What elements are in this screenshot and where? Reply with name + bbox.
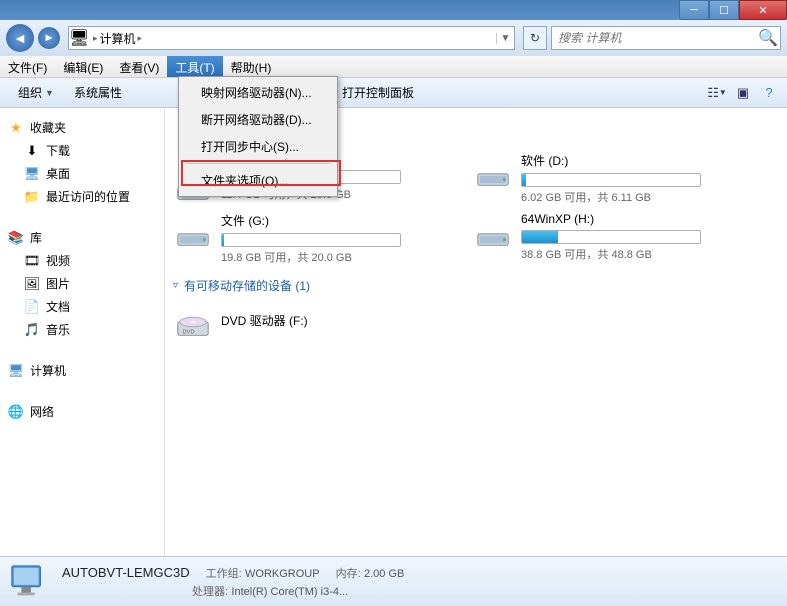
command-bar: 组织▼ 系统属性 打开控制面板 ☷▼ ▣ ?: [0, 78, 787, 108]
navigation-pane: ★收藏夹 ⬇下载 🖥桌面 📁最近访问的位置 📚库 🎞视频 🖼图片 📄文档 🎵音乐…: [0, 108, 165, 556]
drive-usage-bar: [521, 230, 701, 244]
tree-documents[interactable]: 📄文档: [0, 295, 164, 318]
network-icon: 🌐: [8, 404, 24, 420]
details-pane: AUTOBVT-LEMGC3D 工作组: WORKGROUP 内存: 2.00 …: [0, 556, 787, 606]
drive-item-dvd[interactable]: DVD DVD 驱动器 (F:): [173, 302, 453, 342]
tree-libraries[interactable]: 📚库: [0, 226, 164, 249]
drive-usage-bar: [221, 233, 401, 247]
computer-large-icon: [8, 562, 50, 602]
tree-downloads[interactable]: ⬇下载: [0, 139, 164, 162]
search-icon: 🔍: [756, 28, 780, 48]
menu-view[interactable]: 查看(V): [111, 56, 167, 77]
computer-icon: 🖥: [8, 363, 24, 379]
refresh-button[interactable]: ↻: [523, 26, 547, 50]
tree-videos[interactable]: 🎞视频: [0, 249, 164, 272]
preview-pane-button[interactable]: ▣: [733, 83, 753, 103]
tree-pictures[interactable]: 🖼图片: [0, 272, 164, 295]
system-properties-button[interactable]: 系统属性: [64, 84, 132, 101]
star-icon: ★: [8, 120, 24, 136]
computer-name: AUTOBVT-LEMGC3D: [62, 565, 190, 581]
menu-item-disconnect-drive[interactable]: 断开网络驱动器(D)...: [181, 106, 335, 133]
maximize-button[interactable]: ☐: [709, 0, 739, 20]
address-dropdown-button[interactable]: ▼: [496, 33, 514, 44]
control-panel-button[interactable]: 打开控制面板: [332, 84, 424, 101]
menu-item-folder-options[interactable]: 文件夹选项(O)...: [181, 167, 335, 194]
breadcrumb-text: 计算机: [100, 30, 136, 47]
menu-bar: 文件(F) 编辑(E) 查看(V) 工具(T) 帮助(H): [0, 56, 787, 78]
window-titlebar: ─ ☐ ✕: [0, 0, 787, 20]
computer-icon: 🖥: [69, 28, 89, 48]
menu-tools[interactable]: 工具(T): [167, 56, 222, 77]
tree-computer[interactable]: 🖥计算机: [0, 359, 164, 382]
menu-edit[interactable]: 编辑(E): [55, 56, 111, 77]
picture-icon: 🖼: [24, 276, 40, 292]
download-icon: ⬇: [24, 143, 40, 159]
drive-item-h[interactable]: 64WinXP (H:) 38.8 GB 可用，共 48.8 GB: [473, 212, 753, 265]
section-removable-devices[interactable]: ▿ 有可移动存储的设备 (1): [173, 271, 779, 302]
desktop-icon: 🖥: [24, 166, 40, 182]
tools-dropdown-menu: 映射网络驱动器(N)... 断开网络驱动器(D)... 打开同步中心(S)...…: [178, 76, 338, 197]
tree-recent[interactable]: 📁最近访问的位置: [0, 185, 164, 208]
tree-desktop[interactable]: 🖥桌面: [0, 162, 164, 185]
dvd-drive-icon: DVD: [173, 302, 213, 342]
address-bar[interactable]: 🖥 ▸ 计算机 ▸ ▼: [68, 26, 515, 50]
drive-usage-bar: [521, 173, 701, 187]
drive-item-g[interactable]: 文件 (G:) 19.8 GB 可用，共 20.0 GB: [173, 212, 453, 265]
help-button[interactable]: ?: [759, 83, 779, 103]
video-icon: 🎞: [24, 253, 40, 269]
menu-help[interactable]: 帮助(H): [223, 56, 280, 77]
menu-separator: [185, 163, 331, 164]
document-icon: 📄: [24, 299, 40, 315]
tree-favorites[interactable]: ★收藏夹: [0, 116, 164, 139]
breadcrumb-segment[interactable]: ▸ 计算机 ▸: [89, 30, 146, 47]
recent-icon: 📁: [24, 189, 40, 205]
search-input[interactable]: [552, 31, 756, 45]
music-icon: 🎵: [24, 322, 40, 338]
forward-button[interactable]: ►: [38, 27, 60, 49]
hard-drive-icon: [473, 152, 513, 192]
window-controls: ─ ☐ ✕: [679, 0, 787, 20]
collapse-icon: ▿: [173, 280, 178, 291]
menu-item-map-drive[interactable]: 映射网络驱动器(N)...: [181, 79, 335, 106]
tree-music[interactable]: 🎵音乐: [0, 318, 164, 341]
explorer-body: ★收藏夹 ⬇下载 🖥桌面 📁最近访问的位置 📚库 🎞视频 🖼图片 📄文档 🎵音乐…: [0, 108, 787, 556]
menu-file[interactable]: 文件(F): [0, 56, 55, 77]
tree-network[interactable]: 🌐网络: [0, 400, 164, 423]
drive-label: 64WinXP (H:): [521, 212, 753, 226]
status-details: AUTOBVT-LEMGC3D 工作组: WORKGROUP 内存: 2.00 …: [62, 565, 404, 599]
minimize-button[interactable]: ─: [679, 0, 709, 20]
hard-drive-icon: [473, 212, 513, 252]
drive-label: 文件 (G:): [221, 212, 453, 229]
drive-label: DVD 驱动器 (F:): [221, 312, 453, 329]
drive-stats: 38.8 GB 可用，共 48.8 GB: [521, 246, 753, 262]
view-options-button[interactable]: ☷▼: [707, 83, 727, 103]
navigation-bar: ◄ ► 🖥 ▸ 计算机 ▸ ▼ ↻ 🔍: [0, 20, 787, 56]
svg-text:DVD: DVD: [183, 329, 195, 335]
back-button[interactable]: ◄: [6, 24, 34, 52]
drive-item-d[interactable]: 软件 (D:) 6.02 GB 可用，共 6.11 GB: [473, 152, 753, 206]
close-button[interactable]: ✕: [739, 0, 787, 20]
organize-button[interactable]: 组织▼: [8, 84, 64, 101]
library-icon: 📚: [8, 230, 24, 246]
drive-stats: 19.8 GB 可用，共 20.0 GB: [221, 249, 453, 265]
search-box[interactable]: 🔍: [551, 26, 781, 50]
menu-item-sync-center[interactable]: 打开同步中心(S)...: [181, 133, 335, 160]
hard-drive-icon: [173, 212, 213, 252]
drive-stats: 6.02 GB 可用，共 6.11 GB: [521, 189, 753, 205]
drive-label: 软件 (D:): [521, 152, 753, 169]
